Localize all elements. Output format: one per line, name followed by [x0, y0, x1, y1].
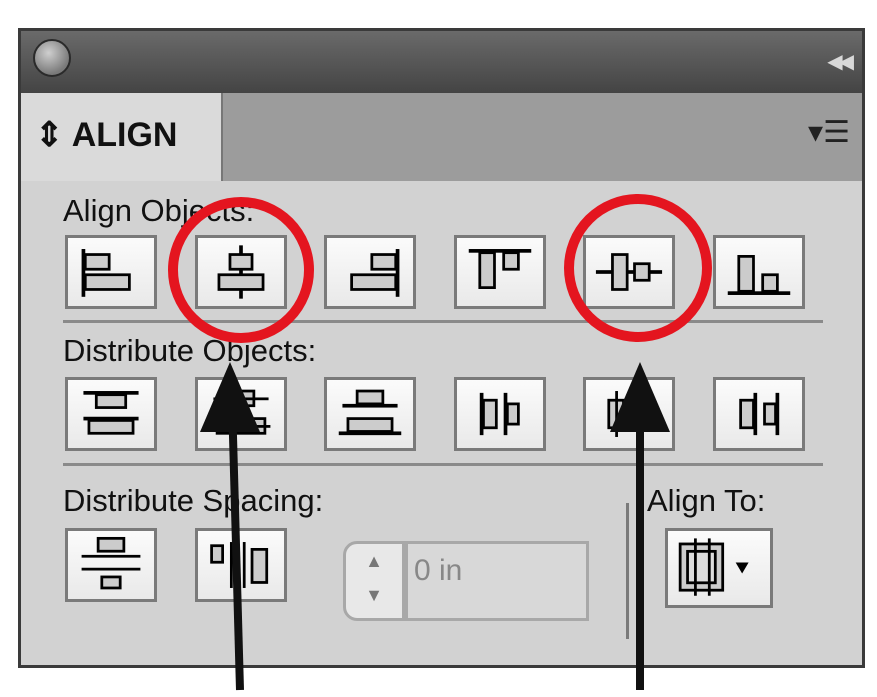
section-divider — [63, 463, 823, 466]
distribute-horizontal-centers-button[interactable] — [583, 377, 675, 451]
align-left-edges-button[interactable] — [65, 235, 157, 309]
distribute-vertical-centers-button[interactable] — [195, 377, 287, 451]
align-vertical-centers-icon — [595, 253, 663, 291]
distribute-top-edges-icon — [83, 391, 139, 435]
updown-arrows-icon: ⇕ — [35, 116, 64, 154]
align-top-edges-icon — [468, 249, 532, 289]
distribute-right-edges-button[interactable] — [713, 377, 805, 451]
section-divider — [63, 320, 823, 323]
vertical-distribute-space-button[interactable] — [65, 528, 157, 602]
tab-align[interactable]: ⇕ ALIGN — [21, 93, 223, 181]
distribute-objects-label: Distribute Objects: — [63, 333, 317, 368]
align-horizontal-centers-icon — [217, 245, 265, 299]
align-right-edges-button[interactable] — [324, 235, 416, 309]
align-vertical-centers-button[interactable] — [583, 235, 675, 309]
collapse-icon[interactable]: ◀◀ — [827, 49, 854, 74]
tab-align-label: ALIGN — [71, 116, 178, 154]
align-top-edges-button[interactable] — [454, 235, 546, 309]
distribute-right-edges-icon — [739, 392, 780, 436]
vertical-distribute-space-icon — [81, 536, 141, 590]
align-to-selection-icon — [678, 538, 749, 596]
align-to-dropdown[interactable] — [665, 528, 773, 608]
distribute-horizontal-centers-icon — [607, 391, 649, 437]
align-bottom-edges-button[interactable] — [713, 235, 805, 309]
align-objects-label: Align Objects: — [63, 193, 255, 228]
close-icon[interactable] — [33, 39, 71, 77]
distribute-left-edges-icon — [479, 392, 520, 436]
align-left-edges-icon — [81, 249, 131, 297]
distribute-left-edges-button[interactable] — [454, 377, 546, 451]
horizontal-distribute-space-button[interactable] — [195, 528, 287, 602]
distribute-bottom-edges-icon — [338, 389, 402, 436]
align-horizontal-centers-button[interactable] — [195, 235, 287, 309]
align-to-label: Align To: — [647, 483, 766, 518]
panel-titlebar[interactable]: ◀◀ — [21, 31, 862, 93]
panel-tab-row: ⇕ ALIGN ▾☰ — [21, 93, 862, 181]
panel-menu-icon[interactable]: ▾☰ — [808, 115, 850, 150]
horizontal-distribute-space-icon — [210, 542, 269, 588]
align-panel: ◀◀ ⇕ ALIGN ▾☰ Align Objects: Distribute … — [18, 28, 865, 668]
distribute-bottom-edges-button[interactable] — [324, 377, 416, 451]
vertical-divider — [626, 503, 629, 639]
distribute-top-edges-button[interactable] — [65, 377, 157, 451]
spacing-value-field[interactable]: 0 in — [405, 541, 589, 621]
distribute-vertical-centers-icon — [211, 389, 271, 435]
distribute-spacing-label: Distribute Spacing: — [63, 483, 324, 518]
spinner-arrows-icon[interactable]: ▲ ▼ — [343, 541, 405, 621]
align-right-edges-icon — [350, 249, 400, 297]
spacing-spinner: ▲ ▼ 0 in — [343, 541, 589, 621]
align-bottom-edges-icon — [727, 254, 791, 295]
